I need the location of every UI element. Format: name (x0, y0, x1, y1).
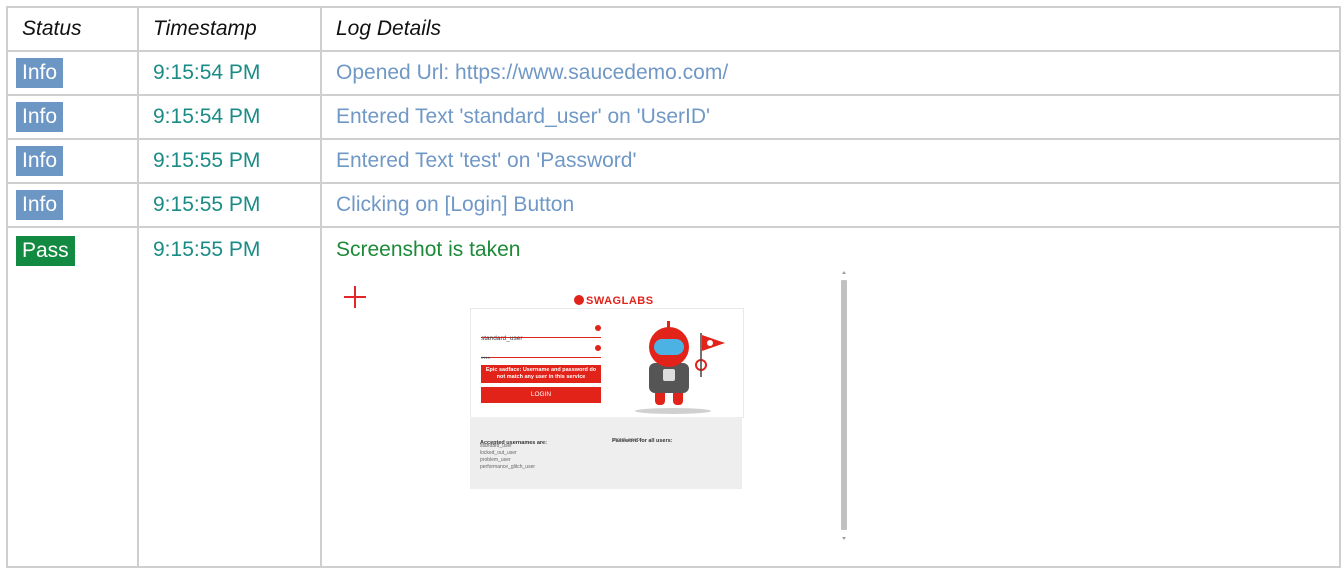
status-badge: Info (16, 102, 64, 132)
timestamp: 9:15:55 PM (153, 193, 261, 216)
details-header: Log Details (320, 6, 1341, 52)
login-button: LOGIN (481, 387, 601, 403)
log-row: Pass 9:15:55 PM Screenshot is taken SWAG… (6, 226, 1341, 568)
error-message: Epic sadface: Username and password do n… (481, 365, 601, 383)
scroll-up-icon (842, 271, 846, 274)
scrollbar[interactable] (840, 270, 848, 540)
screenshot-container: SWAGLABS standard_user •••• Epic sadface… (330, 264, 1339, 564)
header-row: Status Timestamp Log Details (6, 6, 1341, 52)
timestamp: 9:15:55 PM (153, 238, 261, 261)
screenshot-thumbnail[interactable]: SWAGLABS standard_user •••• Epic sadface… (330, 264, 850, 544)
error-icon (595, 345, 601, 351)
status-header: Status (6, 6, 139, 52)
status-badge: Pass (16, 236, 75, 266)
log-detail: Entered Text 'standard_user' on 'UserID' (336, 105, 711, 128)
status-badge: Info (16, 146, 64, 176)
timestamp: 9:15:54 PM (153, 61, 261, 84)
scroll-down-icon (842, 537, 846, 540)
log-row: Info 9:15:55 PM Clicking on [Login] Butt… (6, 182, 1341, 228)
scroll-thumb (841, 280, 847, 530)
password-field: •••• (481, 343, 601, 362)
error-icon (595, 325, 601, 331)
log-detail: Clicking on [Login] Button (336, 193, 575, 216)
log-detail: Opened Url: https://www.saucedemo.com/ (336, 61, 729, 84)
log-row: Info 9:15:54 PM Entered Text 'standard_u… (6, 94, 1341, 140)
log-table: Status Timestamp Log Details Info 9:15:5… (6, 6, 1341, 568)
robot-mascot-icon (635, 321, 725, 414)
log-row: Info 9:15:54 PM Opened Url: https://www.… (6, 50, 1341, 96)
log-row: Info 9:15:55 PM Entered Text 'test' on '… (6, 138, 1341, 184)
status-badge: Info (16, 190, 64, 220)
log-detail: Entered Text 'test' on 'Password' (336, 149, 637, 172)
username-field: standard_user (481, 323, 601, 342)
status-badge: Info (16, 58, 64, 88)
timestamp: 9:15:55 PM (153, 149, 261, 172)
login-card: standard_user •••• Epic sadface: Usernam… (470, 308, 744, 418)
credentials-panel: Accepted usernames are: standard_user lo… (470, 417, 742, 489)
log-detail: Screenshot is taken (336, 238, 521, 261)
timestamp-header: Timestamp (137, 6, 322, 52)
timestamp: 9:15:54 PM (153, 105, 261, 128)
